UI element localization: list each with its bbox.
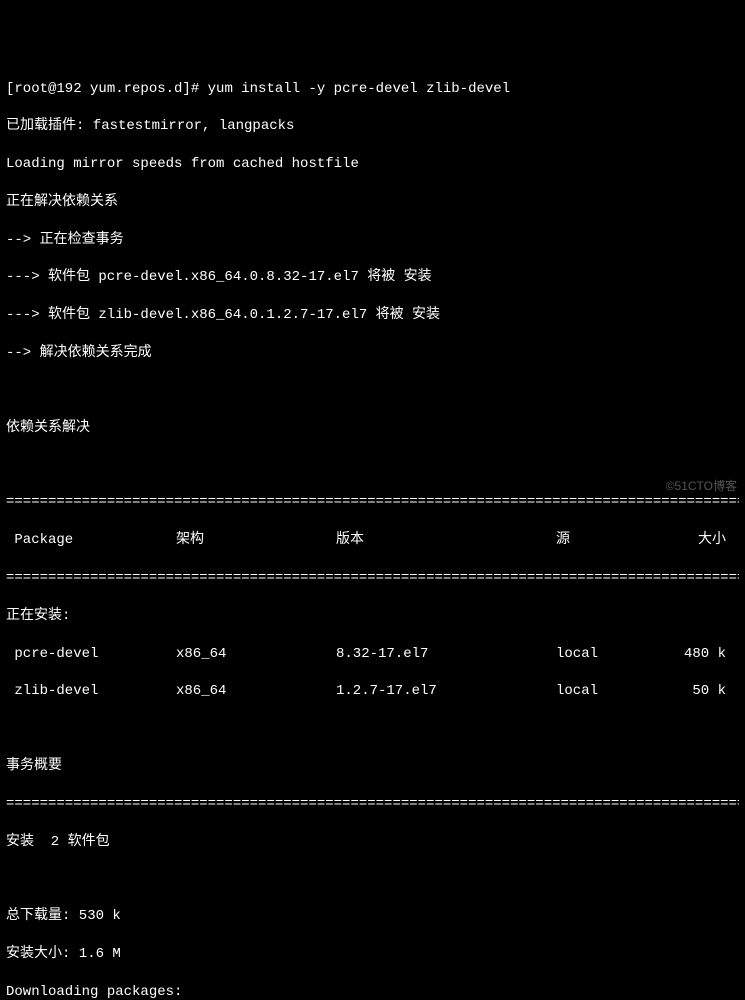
divider-mid: ========================================…	[6, 569, 739, 588]
output-resolving: 正在解决依赖关系	[6, 193, 739, 212]
cell-repo: local	[556, 682, 656, 701]
header-repo: 源	[556, 531, 656, 550]
cell-size: 50 k	[656, 682, 726, 701]
cell-arch: x86_64	[176, 682, 336, 701]
output-resolved: 依赖关系解决	[6, 419, 739, 438]
blank-line	[6, 382, 739, 400]
cell-repo: local	[556, 645, 656, 664]
header-version: 版本	[336, 531, 556, 550]
blank-line	[6, 456, 739, 474]
output-loading: Loading mirror speeds from cached hostfi…	[6, 155, 739, 174]
installing-label: 正在安装:	[6, 607, 739, 626]
summary-download-size: 总下载量: 530 k	[6, 907, 739, 926]
tx-summary-title: 事务概要	[6, 757, 739, 776]
blank-line	[6, 870, 739, 888]
cell-size: 480 k	[656, 645, 726, 664]
cell-arch: x86_64	[176, 645, 336, 664]
output-plugins: 已加载插件: fastestmirror, langpacks	[6, 117, 739, 136]
header-arch: 架构	[176, 531, 336, 550]
table-row: zlib-devel x86_64 1.2.7-17.el7 local 50 …	[6, 682, 739, 701]
summary-install: 安装 2 软件包	[6, 833, 739, 852]
summary-install-size: 安装大小: 1.6 M	[6, 945, 739, 964]
cell-package: zlib-devel	[6, 682, 176, 701]
output-pkg2: ---> 软件包 zlib-devel.x86_64.0.1.2.7-17.el…	[6, 306, 739, 325]
shell-command: yum install -y pcre-devel zlib-devel	[208, 81, 510, 97]
watermark: ©51CTO博客	[666, 478, 737, 494]
blank-line	[6, 720, 739, 738]
divider-bottom: ========================================…	[6, 795, 739, 814]
header-package: Package	[6, 531, 176, 550]
table-header: Package 架构 版本 源 大小	[6, 531, 739, 550]
divider-top: ========================================…	[6, 493, 739, 512]
downloading-label: Downloading packages:	[6, 983, 739, 1000]
shell-prompt: [root@192 yum.repos.d]#	[6, 81, 199, 97]
header-size: 大小	[656, 531, 726, 550]
cell-package: pcre-devel	[6, 645, 176, 664]
output-pkg1: ---> 软件包 pcre-devel.x86_64.0.8.32-17.el7…	[6, 268, 739, 287]
output-done: --> 解决依赖关系完成	[6, 344, 739, 363]
prompt-line[interactable]: [root@192 yum.repos.d]# yum install -y p…	[6, 80, 739, 99]
cell-version: 8.32-17.el7	[336, 645, 556, 664]
output-check-tx: --> 正在检查事务	[6, 231, 739, 250]
cell-version: 1.2.7-17.el7	[336, 682, 556, 701]
table-row: pcre-devel x86_64 8.32-17.el7 local 480 …	[6, 645, 739, 664]
